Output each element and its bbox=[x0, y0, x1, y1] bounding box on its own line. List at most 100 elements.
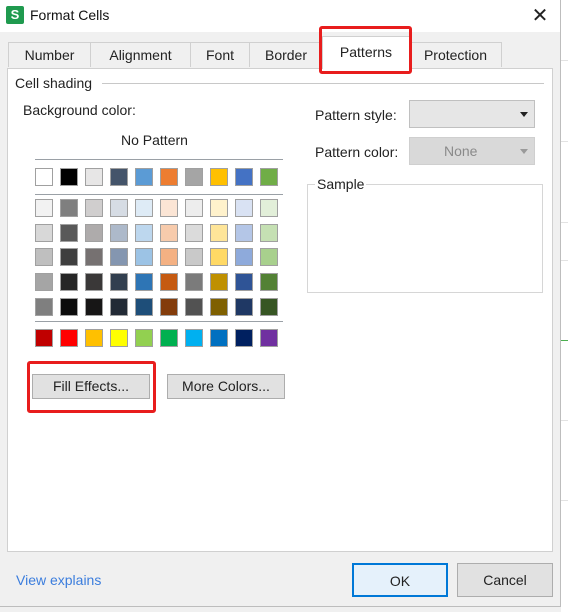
color-swatch[interactable] bbox=[160, 224, 178, 242]
grid-line bbox=[561, 260, 568, 261]
tab-border[interactable]: Border bbox=[249, 42, 323, 67]
color-swatch[interactable] bbox=[135, 248, 153, 266]
color-swatch[interactable] bbox=[35, 248, 53, 266]
color-swatch[interactable] bbox=[235, 168, 253, 186]
color-swatch[interactable] bbox=[160, 248, 178, 266]
tab-alignment[interactable]: Alignment bbox=[90, 42, 191, 67]
dialog-title: Format Cells bbox=[30, 7, 110, 23]
color-swatch[interactable] bbox=[185, 168, 203, 186]
color-swatch[interactable] bbox=[135, 298, 153, 316]
pattern-style-dropdown[interactable] bbox=[409, 100, 535, 128]
color-swatch[interactable] bbox=[210, 298, 228, 316]
color-swatch[interactable] bbox=[135, 168, 153, 186]
pattern-style-label: Pattern style: bbox=[315, 107, 397, 123]
color-swatch[interactable] bbox=[135, 273, 153, 291]
cell-shading-label: Cell shading bbox=[15, 75, 97, 91]
color-swatch[interactable] bbox=[60, 298, 78, 316]
color-swatch[interactable] bbox=[160, 298, 178, 316]
color-swatch[interactable] bbox=[210, 248, 228, 266]
color-swatch[interactable] bbox=[160, 329, 178, 347]
color-swatch[interactable] bbox=[110, 248, 128, 266]
sample-label: Sample bbox=[315, 176, 367, 192]
ok-button[interactable]: OK bbox=[352, 563, 448, 597]
color-swatch[interactable] bbox=[60, 329, 78, 347]
title-bar: S Format Cells ✕ bbox=[0, 0, 560, 32]
close-icon[interactable]: ✕ bbox=[523, 2, 557, 30]
more-colors-button[interactable]: More Colors... bbox=[167, 374, 285, 399]
color-swatch[interactable] bbox=[185, 329, 203, 347]
tab-protection[interactable]: Protection bbox=[409, 42, 502, 67]
color-swatch[interactable] bbox=[60, 199, 78, 217]
color-swatch[interactable] bbox=[160, 168, 178, 186]
color-swatch[interactable] bbox=[85, 273, 103, 291]
color-swatch[interactable] bbox=[260, 248, 278, 266]
color-swatch[interactable] bbox=[135, 199, 153, 217]
color-swatch[interactable] bbox=[135, 329, 153, 347]
view-explains-link[interactable]: View explains bbox=[16, 572, 101, 588]
tab-font[interactable]: Font bbox=[190, 42, 250, 67]
color-swatch[interactable] bbox=[235, 248, 253, 266]
color-swatch[interactable] bbox=[235, 224, 253, 242]
color-swatch[interactable] bbox=[260, 298, 278, 316]
color-swatch[interactable] bbox=[35, 168, 53, 186]
color-swatch[interactable] bbox=[235, 199, 253, 217]
color-swatch[interactable] bbox=[160, 273, 178, 291]
color-swatch[interactable] bbox=[235, 273, 253, 291]
color-swatch[interactable] bbox=[85, 199, 103, 217]
color-swatch[interactable] bbox=[35, 298, 53, 316]
color-swatch[interactable] bbox=[60, 248, 78, 266]
tab-number[interactable]: Number bbox=[8, 42, 91, 67]
color-swatch[interactable] bbox=[110, 224, 128, 242]
color-swatch[interactable] bbox=[260, 168, 278, 186]
fill-effects-button[interactable]: Fill Effects... bbox=[32, 374, 150, 399]
color-swatch[interactable] bbox=[110, 273, 128, 291]
color-swatch[interactable] bbox=[35, 273, 53, 291]
color-swatch[interactable] bbox=[185, 273, 203, 291]
color-swatch[interactable] bbox=[185, 199, 203, 217]
color-swatch[interactable] bbox=[185, 298, 203, 316]
color-swatch[interactable] bbox=[160, 199, 178, 217]
color-swatch[interactable] bbox=[35, 329, 53, 347]
chevron-down-icon bbox=[520, 112, 528, 117]
color-swatch[interactable] bbox=[85, 248, 103, 266]
color-swatch[interactable] bbox=[210, 199, 228, 217]
color-swatch[interactable] bbox=[110, 298, 128, 316]
background-color-label: Background color: bbox=[23, 102, 136, 118]
color-swatch[interactable] bbox=[35, 224, 53, 242]
app-icon: S bbox=[6, 6, 24, 24]
color-swatch[interactable] bbox=[210, 224, 228, 242]
color-swatch[interactable] bbox=[210, 329, 228, 347]
color-swatch[interactable] bbox=[85, 329, 103, 347]
color-swatch[interactable] bbox=[110, 199, 128, 217]
color-swatch[interactable] bbox=[185, 224, 203, 242]
palette-separator bbox=[35, 194, 283, 195]
color-swatch[interactable] bbox=[235, 329, 253, 347]
color-swatch[interactable] bbox=[260, 224, 278, 242]
color-swatch[interactable] bbox=[210, 273, 228, 291]
pattern-color-dropdown[interactable]: None bbox=[409, 137, 535, 165]
cancel-button[interactable]: Cancel bbox=[457, 563, 553, 597]
color-swatch[interactable] bbox=[260, 199, 278, 217]
tab-patterns[interactable]: Patterns bbox=[322, 36, 410, 69]
grid-line bbox=[561, 141, 568, 142]
no-pattern-option[interactable]: No Pattern bbox=[121, 132, 188, 148]
color-swatch[interactable] bbox=[60, 224, 78, 242]
color-swatch[interactable] bbox=[85, 298, 103, 316]
group-divider bbox=[102, 83, 544, 84]
color-swatch[interactable] bbox=[110, 329, 128, 347]
color-swatch[interactable] bbox=[35, 199, 53, 217]
color-swatch[interactable] bbox=[135, 224, 153, 242]
color-swatch[interactable] bbox=[60, 273, 78, 291]
color-swatch[interactable] bbox=[85, 168, 103, 186]
color-swatch[interactable] bbox=[60, 168, 78, 186]
color-swatch[interactable] bbox=[235, 298, 253, 316]
color-swatch[interactable] bbox=[260, 273, 278, 291]
color-swatch[interactable] bbox=[185, 248, 203, 266]
color-swatch[interactable] bbox=[210, 168, 228, 186]
color-swatch[interactable] bbox=[85, 224, 103, 242]
color-swatch[interactable] bbox=[260, 329, 278, 347]
color-swatch[interactable] bbox=[110, 168, 128, 186]
grid-line bbox=[561, 340, 568, 341]
grid-line bbox=[561, 222, 568, 223]
format-cells-dialog: S Format Cells ✕ Number Alignment Font B… bbox=[0, 0, 561, 607]
